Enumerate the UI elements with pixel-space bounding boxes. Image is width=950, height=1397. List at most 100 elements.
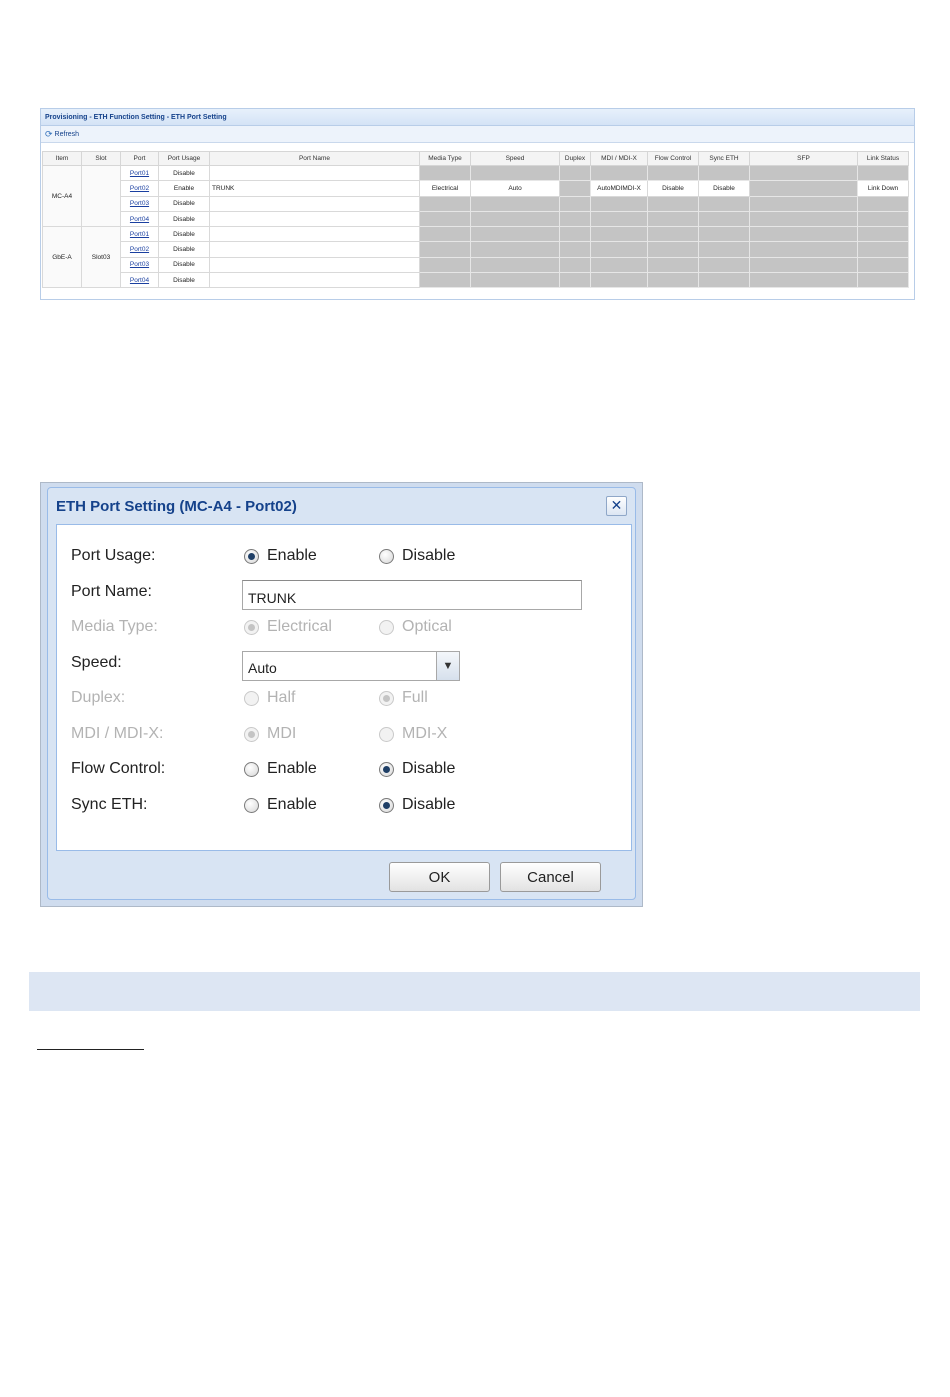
duplex-half-radio: Half — [244, 689, 295, 707]
port-cell: Port02 — [120, 180, 159, 197]
port-usage-disable-radio[interactable]: Disable — [379, 547, 455, 565]
mdi-cell — [590, 272, 648, 289]
link-cell — [857, 256, 909, 274]
close-button[interactable]: ✕ — [606, 496, 627, 516]
port-link[interactable]: Port01 — [130, 231, 149, 238]
usage-cell: Disable — [158, 210, 210, 228]
speed-cell — [470, 256, 560, 274]
mdi-row: MDI / MDI-X: MDI MDI-X — [71, 723, 611, 745]
usage-cell: Disable — [158, 164, 210, 182]
mdi-cell — [590, 226, 648, 243]
column-header[interactable]: Flow Control — [647, 151, 699, 166]
table-row[interactable]: GbE-A Slot03 Port01 Disable — [42, 226, 909, 289]
link-cell — [857, 195, 909, 212]
port-link[interactable]: Port04 — [130, 277, 149, 284]
column-header[interactable]: Sync ETH — [698, 151, 750, 166]
flow-control-disable-radio[interactable]: Disable — [379, 760, 455, 778]
name-cell — [209, 210, 420, 228]
usage-cell: Disable — [158, 272, 210, 289]
sfp-cell — [749, 272, 858, 289]
port-usage-label: Port Usage: — [71, 547, 156, 564]
sync-eth-enable-radio[interactable]: Enable — [244, 796, 317, 814]
refresh-icon[interactable]: ⟳ — [45, 126, 53, 143]
port-cell: Port01 — [120, 164, 159, 182]
usage-cell: Enable — [158, 180, 210, 197]
table-row[interactable]: Port02 Disable — [43, 241, 909, 258]
mdi-cell — [590, 256, 648, 274]
sfp-cell — [749, 180, 858, 197]
column-header[interactable]: Speed — [470, 151, 560, 166]
sfp-cell — [749, 210, 858, 228]
column-header[interactable]: Port Name — [209, 151, 420, 166]
port-link[interactable]: Port02 — [130, 185, 149, 192]
flow-cell — [647, 164, 699, 182]
port-link[interactable]: Port03 — [130, 200, 149, 207]
port-name-label: Port Name: — [71, 583, 152, 600]
table-row[interactable]: Port03 Disable — [43, 195, 909, 212]
ok-button[interactable]: OK — [389, 862, 490, 892]
media-cell — [419, 226, 471, 243]
port-name-input[interactable] — [242, 580, 582, 610]
sync-cell — [698, 195, 750, 212]
flow-cell — [647, 241, 699, 258]
table-row[interactable]: Port04 Disable — [43, 210, 909, 228]
media-cell — [419, 195, 471, 212]
usage-cell: Disable — [158, 241, 210, 258]
table-row[interactable]: Port03 Disable — [43, 256, 909, 274]
flow-control-enable-radio[interactable]: Enable — [244, 760, 317, 778]
port-link[interactable]: Port01 — [130, 170, 149, 177]
mdi-cell — [590, 195, 648, 212]
column-header[interactable]: Port — [120, 151, 159, 166]
speed-select[interactable]: Auto ▼ — [242, 651, 460, 681]
media-cell — [419, 272, 471, 289]
port-cell: Port01 — [120, 226, 159, 243]
port-cell: Port03 — [120, 256, 159, 274]
column-header[interactable]: Port Usage — [158, 151, 210, 166]
media-cell — [419, 210, 471, 228]
media-type-optical-radio: Optical — [379, 618, 452, 636]
port-cell: Port04 — [120, 272, 159, 289]
media-cell: Electrical — [419, 180, 471, 197]
column-header[interactable]: Item — [42, 151, 82, 166]
port-link[interactable]: Port04 — [130, 216, 149, 223]
sync-cell — [698, 256, 750, 274]
flow-cell: Disable — [647, 180, 699, 197]
sfp-cell — [749, 256, 858, 274]
table-row[interactable]: MC-A4 Port01 Disable — [42, 164, 909, 228]
column-header[interactable]: SFP — [749, 151, 858, 166]
port-link[interactable]: Port03 — [130, 261, 149, 268]
media-type-label: Media Type: — [71, 618, 158, 635]
port-usage-enable-radio[interactable]: Enable — [244, 547, 317, 565]
sync-eth-disable-radio[interactable]: Disable — [379, 796, 455, 814]
chevron-down-icon[interactable]: ▼ — [436, 652, 459, 680]
mdi-cell: AutoMDIMDI-X — [590, 180, 648, 197]
column-header[interactable]: Link Status — [857, 151, 909, 166]
column-header[interactable]: Duplex — [559, 151, 591, 166]
flow-cell — [647, 226, 699, 243]
port-name-row: Port Name: — [71, 580, 611, 610]
mdi-label: MDI / MDI-X: — [71, 725, 164, 742]
grid-breadcrumb: Provisioning - ETH Function Setting - ET… — [41, 109, 914, 126]
table-row[interactable]: Port02 Enable TRUNK Electrical Auto AutoMDIMD… — [43, 180, 909, 197]
column-header[interactable]: Slot — [81, 151, 121, 166]
mdi-cell — [590, 164, 648, 182]
group-item-cell: MC-A4 — [42, 164, 82, 228]
eth-port-grid-panel: Provisioning - ETH Function Setting - ET… — [40, 108, 915, 300]
speed-cell — [470, 210, 560, 228]
cancel-button[interactable]: Cancel — [500, 862, 601, 892]
speed-row: Speed: Auto ▼ — [71, 651, 611, 681]
table-row[interactable]: Port04 Disable — [43, 272, 909, 289]
underline-rule — [37, 1049, 144, 1050]
group-item-cell: GbE-A — [42, 226, 82, 289]
link-cell — [857, 210, 909, 228]
duplex-cell — [559, 210, 591, 228]
refresh-button[interactable]: Refresh — [55, 126, 80, 143]
sync-cell: Disable — [698, 180, 750, 197]
column-header[interactable]: Media Type — [419, 151, 471, 166]
sync-cell — [698, 210, 750, 228]
speed-cell: Auto — [470, 180, 560, 197]
speed-cell — [470, 195, 560, 212]
column-header[interactable]: MDI / MDI-X — [590, 151, 648, 166]
speed-cell — [470, 164, 560, 182]
port-link[interactable]: Port02 — [130, 246, 149, 253]
